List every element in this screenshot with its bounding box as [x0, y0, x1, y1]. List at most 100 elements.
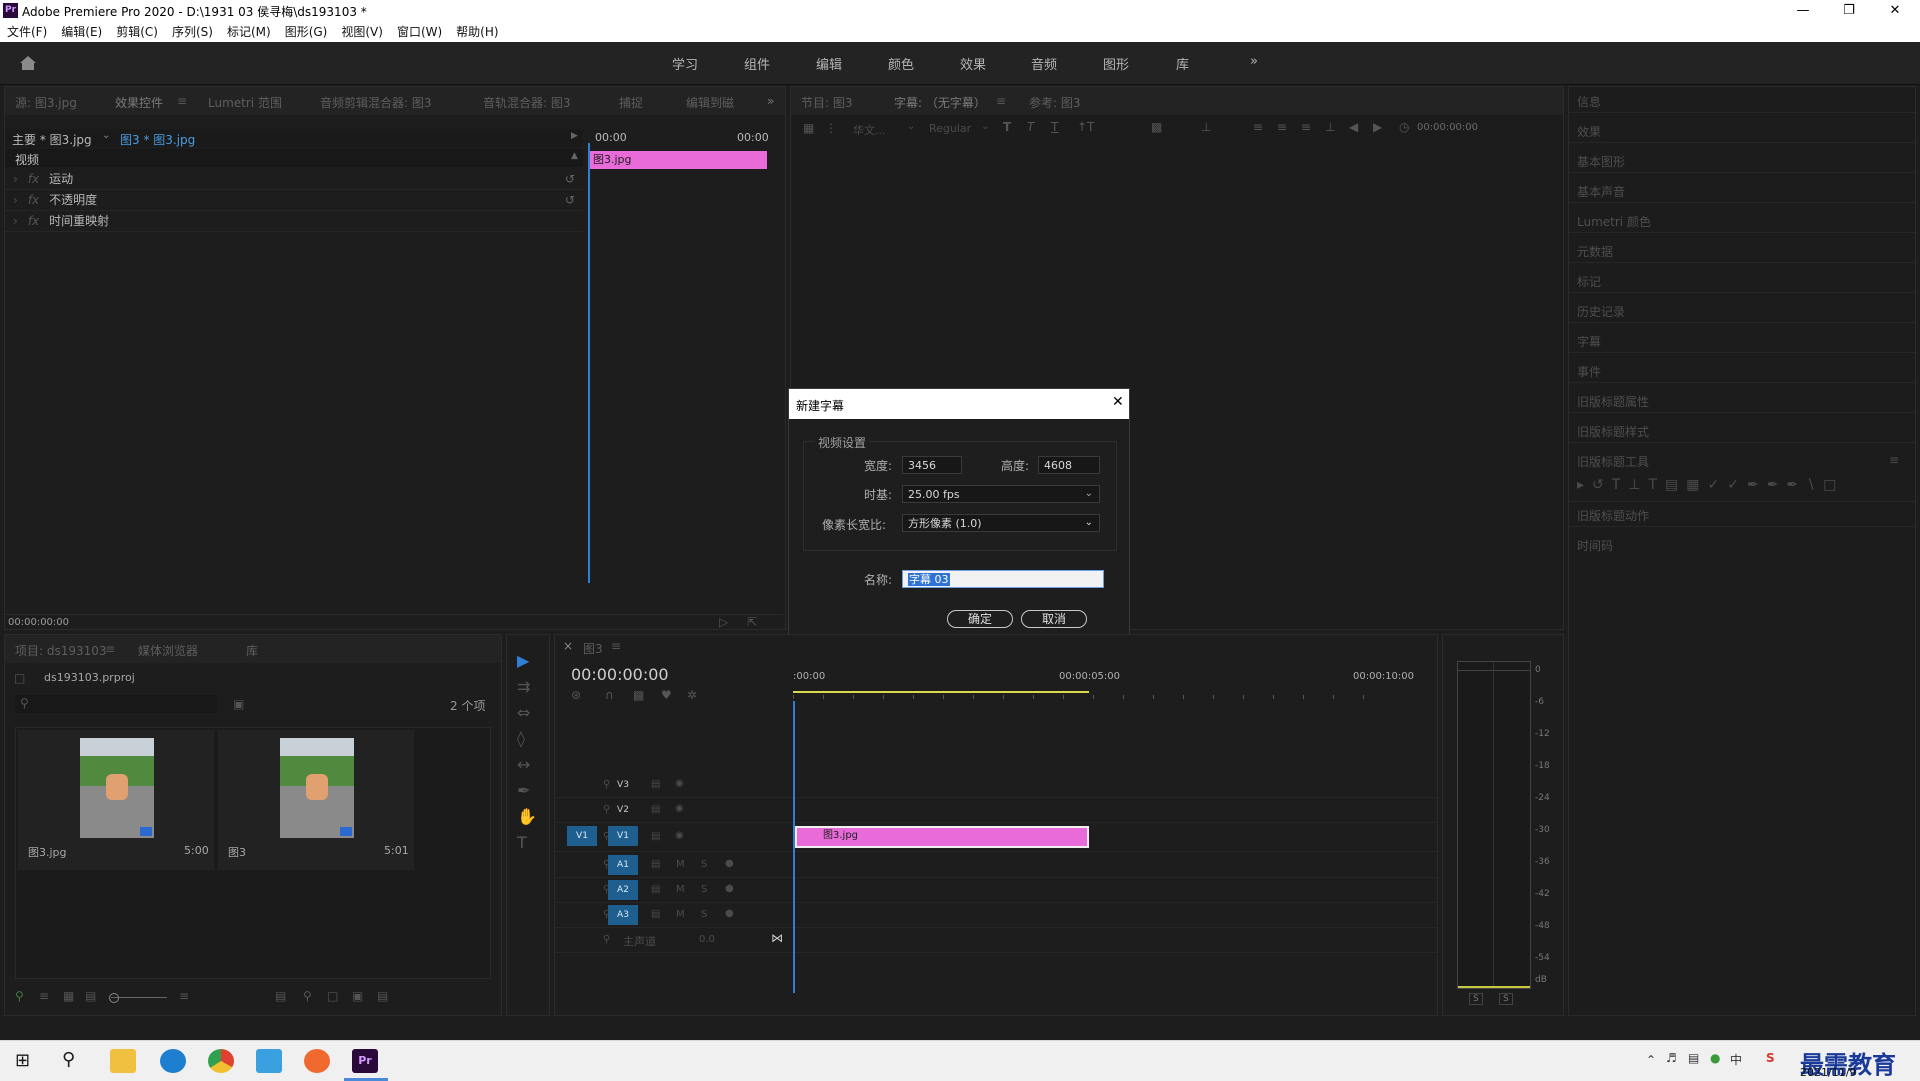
hand-tool-icon[interactable]: ✋ — [517, 807, 537, 826]
volume-icon[interactable]: ♬ — [1666, 1051, 1677, 1065]
tab-project[interactable]: 项目: ds193103 — [15, 642, 107, 659]
mic-icon[interactable]: ● — [725, 908, 734, 919]
expand-arrow-icon[interactable]: ▶ — [571, 131, 578, 141]
find-icon[interactable]: ⚲ — [303, 989, 312, 1003]
timebase-select[interactable]: 25.00 fps ⌄ — [902, 485, 1100, 503]
name-field[interactable]: 字幕 03 — [902, 570, 1104, 588]
panel-legacy-title-properties[interactable]: 旧版标题属性 — [1577, 393, 1649, 410]
selection-tool-icon[interactable]: ▶ — [517, 651, 529, 670]
effect-controls-ruler[interactable]: 00:00 00:00 — [587, 129, 769, 145]
fx-icon[interactable]: fx — [28, 193, 39, 207]
menu-sequence[interactable]: 序列(S) — [165, 22, 220, 42]
font-dropdown-arrow-icon[interactable]: ⌄ — [907, 121, 915, 132]
mic-icon[interactable]: ● — [725, 858, 734, 869]
workspace-tab-learn[interactable]: 学习 — [672, 54, 698, 73]
solo-icon[interactable]: S — [701, 909, 707, 920]
tab-effect-controls[interactable]: 效果控件 — [115, 94, 163, 111]
tab-captions[interactable]: 字幕: （无字幕） — [894, 94, 986, 111]
caption-fill-icon[interactable]: ▩ — [1151, 120, 1162, 134]
tray-expand-icon[interactable]: ⌃ — [1646, 1053, 1656, 1067]
prev-caption-icon[interactable]: ◀ — [1349, 120, 1358, 134]
reset-icon[interactable]: ↺ — [565, 190, 575, 210]
track-label[interactable]: A1 — [608, 855, 638, 875]
tab-capture[interactable]: 捕捉 — [619, 94, 643, 111]
cancel-button[interactable]: 取消 — [1021, 610, 1087, 628]
width-field[interactable]: 3456 — [902, 456, 962, 474]
timeline-clip[interactable]: 图3.jpg — [795, 826, 1089, 848]
workspace-tab-effects[interactable]: 效果 — [960, 54, 986, 73]
pixel-aspect-select[interactable]: 方形像素 (1.0) ⌄ — [902, 514, 1100, 532]
source-patch-v1[interactable]: V1 — [567, 826, 597, 846]
eye-icon[interactable]: ◉ — [675, 778, 684, 789]
underline-icon[interactable]: T — [1051, 120, 1058, 134]
menu-edit[interactable]: 编辑(E) — [54, 22, 109, 42]
tab-menu-icon[interactable]: ≡ — [177, 94, 187, 108]
tab-libraries[interactable]: 库 — [246, 642, 258, 659]
tab-menu-icon[interactable]: ≡ — [611, 639, 621, 653]
italic-icon[interactable]: T — [1027, 120, 1034, 134]
project-item[interactable]: 图3 5:01 — [218, 730, 414, 870]
collapse-arrow-icon[interactable]: ▲ — [571, 151, 578, 161]
premiere-taskbar-icon[interactable]: Pr — [352, 1049, 378, 1073]
mic-icon[interactable]: ● — [725, 883, 734, 894]
solo-icon[interactable]: S — [701, 884, 707, 895]
legacy-title-tools-icons[interactable]: ▸↺T⊥T▤▦✓✓✒✒✒∖□ — [1577, 477, 1907, 495]
menu-markers[interactable]: 标记(M) — [220, 22, 278, 42]
razor-tool-icon[interactable]: ◊ — [517, 729, 525, 748]
effect-clip-bar[interactable]: 图3.jpg — [589, 151, 767, 169]
height-field[interactable]: 4608 — [1038, 456, 1100, 474]
menu-window[interactable]: 窗口(W) — [390, 22, 449, 42]
next-caption-icon[interactable]: ▶ — [1373, 120, 1382, 134]
effect-row-motion[interactable]: › fx 运动 ↺ — [5, 169, 583, 190]
playhead-line[interactable] — [588, 143, 590, 583]
tab-lumetri-scopes[interactable]: Lumetri 范围 — [208, 94, 282, 111]
panel-metadata[interactable]: 元数据 — [1577, 243, 1613, 260]
panel-overflow-icon[interactable]: » — [767, 94, 774, 108]
effect-controls-timecode[interactable]: 00:00:00:00 — [8, 617, 69, 628]
sogou-icon[interactable]: S — [1766, 1051, 1775, 1065]
sync-icon[interactable]: ▤ — [651, 804, 660, 815]
type-tool-icon[interactable]: T — [517, 833, 527, 852]
tab-media-browser[interactable]: 媒体浏览器 — [138, 642, 198, 659]
workspace-tab-audio[interactable]: 音频 — [1031, 54, 1057, 73]
file-explorer-icon[interactable] — [110, 1049, 136, 1073]
timeline-timecode[interactable]: 00:00:00:00 — [571, 665, 669, 684]
bold-icon[interactable]: T — [1003, 120, 1011, 134]
close-tab-icon[interactable]: × — [563, 639, 573, 653]
linked-selection-icon[interactable]: ▩ — [633, 688, 644, 702]
lock-icon[interactable]: ⚲ — [603, 934, 610, 945]
new-bin-icon[interactable]: □ — [327, 989, 338, 1003]
clip-label[interactable]: 图3 * 图3.jpg — [120, 131, 195, 148]
network-icon[interactable]: ▤ — [1688, 1051, 1699, 1065]
freeform-view-icon[interactable]: ▤ — [85, 989, 96, 1003]
solo-icon[interactable]: S — [701, 859, 707, 870]
settings-wrench-icon[interactable]: ✲ — [687, 688, 697, 702]
align-bottom-icon[interactable]: ⊥ — [1325, 120, 1335, 134]
menu-help[interactable]: 帮助(H) — [449, 22, 505, 42]
panel-info[interactable]: 信息 — [1577, 93, 1601, 110]
work-area-bar[interactable] — [793, 691, 1089, 693]
capture-app-icon[interactable] — [304, 1049, 330, 1073]
pen-tool-icon[interactable]: ✒ — [517, 781, 530, 800]
caption-settings-icon[interactable]: ▦ — [803, 121, 814, 135]
expand-icon[interactable]: › — [13, 193, 18, 207]
menu-view[interactable]: 视图(V) — [334, 22, 390, 42]
track-label[interactable]: A2 — [608, 880, 638, 900]
zoom-slider-handle[interactable] — [109, 993, 119, 1003]
track-label[interactable]: V2 — [608, 800, 638, 820]
sort-icon[interactable]: ≡ — [179, 989, 189, 1003]
style-dropdown[interactable]: Regular — [929, 122, 971, 135]
add-marker-icon[interactable]: ♥ — [661, 688, 672, 702]
panel-markers[interactable]: 标记 — [1577, 273, 1601, 290]
caption-position-icon[interactable]: ⊥ — [1201, 120, 1211, 134]
chrome-icon[interactable] — [208, 1049, 234, 1073]
sync-icon[interactable]: ▤ — [651, 909, 660, 920]
export-icon[interactable]: ⇱ — [747, 615, 757, 629]
nest-icon[interactable]: ⊛ — [571, 688, 581, 702]
timeline-playhead[interactable] — [793, 701, 795, 993]
eye-icon[interactable]: ◉ — [675, 803, 684, 814]
project-search-input[interactable]: ⚲ — [15, 695, 217, 713]
expand-icon[interactable]: › — [13, 214, 18, 228]
snap-icon[interactable]: ∩ — [605, 688, 614, 702]
panel-legacy-title-tools[interactable]: 旧版标题工具 — [1577, 453, 1649, 470]
